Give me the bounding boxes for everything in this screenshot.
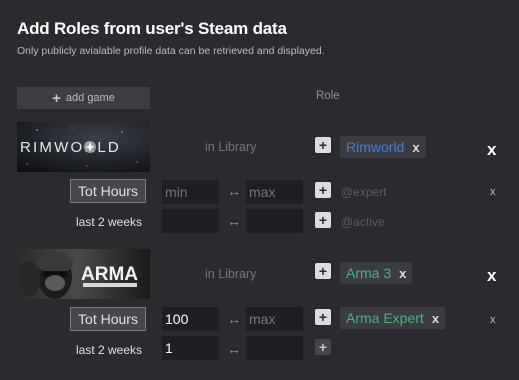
close-icon[interactable]: x — [432, 311, 439, 326]
add-role-button[interactable]: + — [315, 137, 331, 153]
add-game-label: add game — [65, 92, 115, 104]
page-title: Add Roles from user's Steam data — [17, 19, 287, 38]
tot-hours-button[interactable]: Tot Hours — [70, 307, 146, 331]
svg-text:RIMWORLD: RIMWORLD — [20, 139, 121, 156]
remove-condition-button[interactable]: x — [490, 314, 496, 326]
svg-text:ARMA: ARMA — [81, 264, 138, 285]
min-recent-field[interactable]: 1 — [162, 336, 219, 360]
range-arrow-icon: ↔ — [227, 341, 241, 357]
max-recent-field[interactable] — [246, 209, 303, 233]
role-tag-label: Arma Expert — [346, 310, 424, 326]
remove-condition-button[interactable]: x — [490, 186, 496, 198]
remove-game-button[interactable]: x — [487, 140, 496, 160]
max-recent-field[interactable] — [246, 336, 303, 360]
last-2-weeks-label: last 2 weeks — [76, 343, 143, 357]
add-role-button[interactable]: + — [315, 309, 331, 325]
rimworld-logo: RIMWORLD — [17, 122, 150, 172]
role-placeholder: @expert — [341, 185, 387, 199]
role-tag-label: Rimworld — [346, 139, 405, 155]
min-recent-field[interactable] — [162, 209, 219, 233]
min-hours-field[interactable]: 100 — [162, 307, 219, 331]
plus-icon: + — [318, 339, 328, 355]
role-placeholder: @active — [341, 215, 385, 229]
min-hours-field[interactable]: min — [162, 180, 219, 204]
plus-icon: + — [318, 182, 328, 198]
close-icon[interactable]: x — [399, 266, 406, 281]
range-arrow-icon: ↔ — [227, 311, 241, 327]
last-2-weeks-label: last 2 weeks — [76, 215, 143, 229]
in-library-label: in Library — [205, 140, 257, 154]
range-arrow-icon: ↔ — [227, 213, 241, 229]
tot-hours-button[interactable]: Tot Hours — [70, 179, 146, 203]
close-icon[interactable]: x — [412, 140, 419, 155]
game-banner-rimworld: RIMWORLD — [17, 122, 150, 172]
role-tag: Arma Expert x — [340, 307, 446, 329]
plus-icon: + — [318, 263, 328, 279]
add-role-button[interactable]: + — [315, 212, 331, 228]
plus-icon: + — [52, 89, 61, 107]
plus-icon: + — [318, 309, 328, 325]
max-hours-field[interactable]: max — [246, 307, 303, 331]
add-game-button[interactable]: + add game — [17, 87, 150, 109]
role-column-header: Role — [316, 90, 340, 102]
add-role-button[interactable]: + — [315, 263, 331, 279]
plus-icon: + — [318, 212, 328, 228]
remove-game-button[interactable]: x — [487, 266, 496, 286]
add-role-button[interactable]: + — [315, 182, 331, 198]
plus-icon: + — [318, 137, 328, 153]
in-library-label: in Library — [205, 267, 257, 281]
arma-logo: ARMA — [17, 249, 150, 299]
add-role-button[interactable]: + — [315, 339, 331, 355]
range-arrow-icon: ↔ — [227, 183, 241, 199]
page-subtitle: Only publicly avialable profile data can… — [17, 45, 325, 57]
role-tag: Arma 3 x — [340, 262, 413, 284]
role-tag-label: Arma 3 — [346, 265, 392, 281]
role-tag: Rimworld x — [340, 136, 426, 158]
game-banner-arma: ARMA — [17, 249, 150, 299]
max-hours-field[interactable]: max — [246, 180, 303, 204]
